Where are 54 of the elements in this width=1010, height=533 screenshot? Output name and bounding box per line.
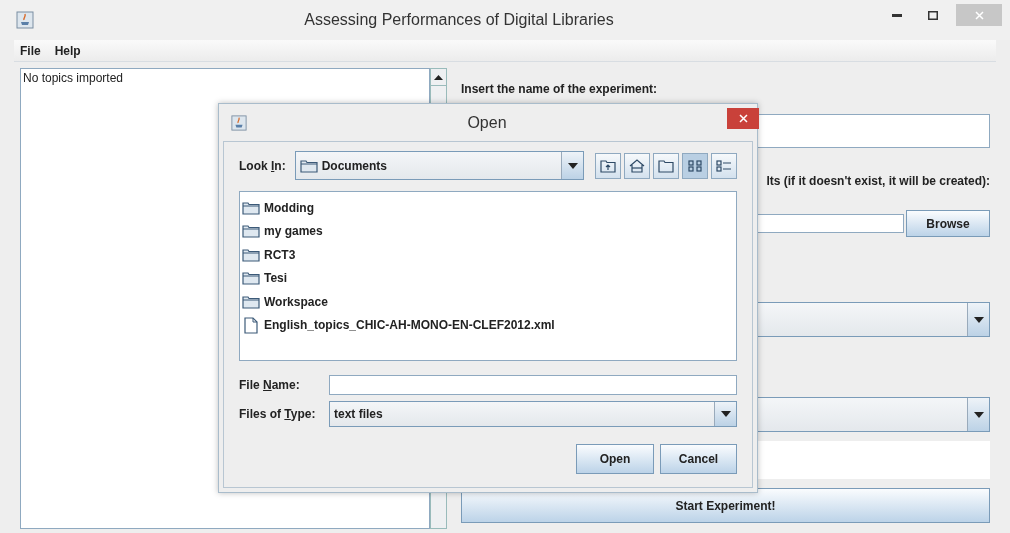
folder-icon	[299, 158, 318, 173]
details-view-icon	[716, 158, 732, 173]
experiment-name-label: Insert the name of the experiment:	[461, 81, 659, 98]
folder-entry[interactable]: Modding	[242, 196, 318, 220]
dialog-button[interactable]: Open	[576, 444, 654, 474]
folder-icon	[242, 224, 260, 239]
folder-up-icon	[600, 158, 616, 173]
folder-icon	[242, 247, 260, 262]
scroll-up-arrow-icon	[434, 74, 443, 80]
folder-icon	[242, 200, 260, 215]
java-cup-icon	[231, 114, 247, 131]
look-in-value: Documents	[321, 157, 387, 175]
caret-icon	[567, 162, 578, 169]
start-experiment-button[interactable]: Start Experiment!	[461, 488, 990, 523]
minimize-icon	[892, 13, 902, 17]
close-icon	[738, 114, 748, 123]
look-in-label: Look In:	[239, 157, 286, 175]
close-button[interactable]	[727, 108, 759, 129]
menu-item[interactable]: Help	[54, 41, 81, 60]
look-in-dropdown[interactable]: Documents	[294, 151, 584, 180]
caret-icon	[973, 316, 984, 323]
folder-icon	[658, 158, 674, 173]
menu-item[interactable]: File	[20, 41, 41, 60]
toolbar-button[interactable]	[653, 152, 679, 179]
caret-icon	[720, 411, 731, 417]
document-entry[interactable]: English_topics_CHIC-AH-MONO-EN-CLEF2012.xml	[242, 313, 559, 337]
file-type-value: text files	[334, 406, 383, 423]
browse-button[interactable]: Browse	[906, 210, 990, 237]
caret-icon	[973, 411, 984, 418]
file-type-label: Files of Type:	[239, 407, 316, 421]
results-folder-label: lts (if it doesn't exist, it will be created):	[766, 173, 990, 190]
file-name-field[interactable]	[329, 374, 737, 395]
document-icon	[244, 316, 258, 334]
close-icon	[974, 10, 984, 20]
folder-entry[interactable]: my games	[242, 219, 327, 243]
file-type-dropdown[interactable]: text files	[329, 401, 737, 427]
folder-icon	[242, 294, 260, 309]
folder-entry[interactable]: RCT3	[242, 243, 300, 267]
folder-entry[interactable]: Tesi	[242, 266, 292, 290]
home-icon	[629, 158, 645, 173]
toolbar-button[interactable]	[711, 152, 737, 179]
window-title: Assessing Performances of Digital Libraries	[304, 10, 614, 30]
file-name-label: File Name:	[239, 377, 300, 392]
maximize-icon	[928, 10, 938, 20]
toolbar-button[interactable]	[595, 152, 621, 179]
toolbar-button[interactable]	[624, 152, 650, 179]
empty-list-message: No topics imported	[23, 71, 124, 85]
dialog-button[interactable]: Cancel	[660, 444, 737, 474]
dialog-title: Open	[467, 112, 507, 133]
toolbar-button[interactable]	[682, 152, 708, 179]
folder-entry[interactable]: Workspace	[242, 290, 332, 314]
list-view-icon	[687, 158, 703, 173]
java-cup-icon	[16, 11, 34, 29]
folder-icon	[242, 271, 260, 286]
